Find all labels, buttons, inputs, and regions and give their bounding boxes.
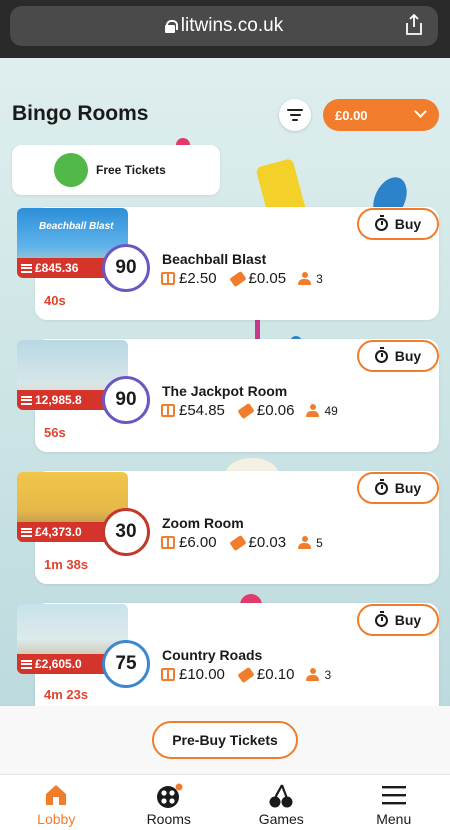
room-meta: £54.85 £0.06 49 <box>161 402 338 419</box>
free-tickets-label: Free Tickets <box>96 163 166 177</box>
ticket-price-icon <box>228 534 247 551</box>
nav-rooms[interactable]: Rooms <box>113 775 226 830</box>
cherries-icon <box>269 784 293 808</box>
players-icon <box>298 272 312 285</box>
browser-url-bar: litwins.co.uk <box>0 0 450 58</box>
gift-icon <box>161 272 175 285</box>
stopwatch-icon <box>374 214 388 231</box>
nav-label: Rooms <box>146 811 191 827</box>
ticket-price: £0.06 <box>256 402 295 419</box>
filter-icon <box>287 109 303 111</box>
players-icon <box>306 668 320 681</box>
free-tickets-button[interactable]: Free Tickets <box>12 145 220 195</box>
bingo-ball: 90 <box>102 376 150 424</box>
prize-value: £10.00 <box>179 666 225 683</box>
bingo-ball: 75 <box>102 640 150 688</box>
ticket-price: £0.10 <box>256 666 295 683</box>
room-name[interactable]: Beachball Blast <box>162 251 266 267</box>
players-count: 3 <box>324 667 332 682</box>
room-name[interactable]: The Jackpot Room <box>162 383 287 399</box>
gift-icon <box>161 536 175 549</box>
buy-button[interactable]: Buy <box>357 472 439 504</box>
prize-value: £2.50 <box>179 270 217 287</box>
nav-label: Lobby <box>37 811 76 827</box>
ticket-price-icon <box>237 402 255 419</box>
buy-button[interactable]: Buy <box>357 208 439 240</box>
home-icon <box>46 785 67 805</box>
buy-button[interactable]: Buy <box>357 604 439 636</box>
jackpot-value: £2,605.0 <box>35 657 82 671</box>
bingo-ball: 90 <box>102 244 150 292</box>
stopwatch-icon <box>374 478 388 495</box>
prebuy-tickets-button[interactable]: Pre-Buy Tickets <box>152 721 298 759</box>
nav-menu[interactable]: Menu <box>338 775 450 830</box>
balance-value: £0.00 <box>335 107 368 123</box>
buy-label: Buy <box>394 480 422 496</box>
nav-lobby[interactable]: Lobby <box>0 775 113 830</box>
coins-icon <box>21 395 32 405</box>
ticket-icon <box>54 153 88 187</box>
filter-button[interactable] <box>279 99 311 131</box>
bingo-ball: 30 <box>102 508 150 556</box>
room-timer: 56s <box>44 425 66 440</box>
room-name[interactable]: Country Roads <box>162 647 262 663</box>
buy-label: Buy <box>394 348 422 364</box>
page-title: Bingo Rooms <box>12 102 149 125</box>
prize-value: £54.85 <box>179 402 225 419</box>
room-meta: £6.00 £0.03 5 <box>161 534 323 551</box>
bingo-balls-icon <box>156 783 183 808</box>
players-count: 49 <box>324 403 338 418</box>
room-name[interactable]: Zoom Room <box>162 515 244 531</box>
players-icon <box>306 404 320 417</box>
buy-label: Buy <box>394 216 422 232</box>
thumbnail-title: Beachball Blast <box>39 221 114 232</box>
coins-icon <box>21 659 32 669</box>
ticket-price: £0.03 <box>248 534 287 551</box>
chevron-down-icon <box>414 105 427 118</box>
jackpot-value: 12,985.8 <box>35 393 82 407</box>
players-icon <box>298 536 312 549</box>
players-count: 5 <box>316 535 323 550</box>
hamburger-icon <box>381 786 406 805</box>
room-timer: 40s <box>44 293 66 308</box>
url-text: litwins.co.uk <box>180 15 284 36</box>
bottom-nav: Lobby Rooms Games Menu <box>0 774 450 830</box>
ticket-price: £0.05 <box>248 270 287 287</box>
prize-value: £6.00 <box>179 534 217 551</box>
coins-icon <box>21 527 32 537</box>
players-count: 3 <box>316 271 323 286</box>
ticket-price-icon <box>237 666 255 683</box>
gift-icon <box>161 668 175 681</box>
jackpot-value: £4,373.0 <box>35 525 82 539</box>
nav-label: Games <box>258 811 304 827</box>
room-meta: £10.00 £0.10 3 <box>161 666 331 683</box>
room-timer: 4m 23s <box>44 687 89 702</box>
stopwatch-icon <box>374 610 388 627</box>
lock-icon <box>164 20 178 33</box>
filter-icon <box>289 114 301 116</box>
ticket-price-icon <box>228 270 247 287</box>
share-icon[interactable] <box>404 14 424 36</box>
buy-button[interactable]: Buy <box>357 340 439 372</box>
room-timer: 1m 38s <box>44 557 89 572</box>
gift-icon <box>161 404 175 417</box>
nav-label: Menu <box>376 811 412 827</box>
room-meta: £2.50 £0.05 3 <box>161 270 323 287</box>
address-field[interactable]: litwins.co.uk <box>10 6 438 46</box>
balance-dropdown[interactable]: £0.00 <box>323 99 439 131</box>
stopwatch-icon <box>374 346 388 363</box>
filter-icon <box>292 119 298 121</box>
buy-label: Buy <box>394 612 422 628</box>
nav-games[interactable]: Games <box>225 775 338 830</box>
jackpot-value: £845.36 <box>35 261 79 275</box>
lobby-main: Bingo Rooms £0.00 Free Tickets Beachball… <box>0 58 450 774</box>
coins-icon <box>21 263 32 273</box>
